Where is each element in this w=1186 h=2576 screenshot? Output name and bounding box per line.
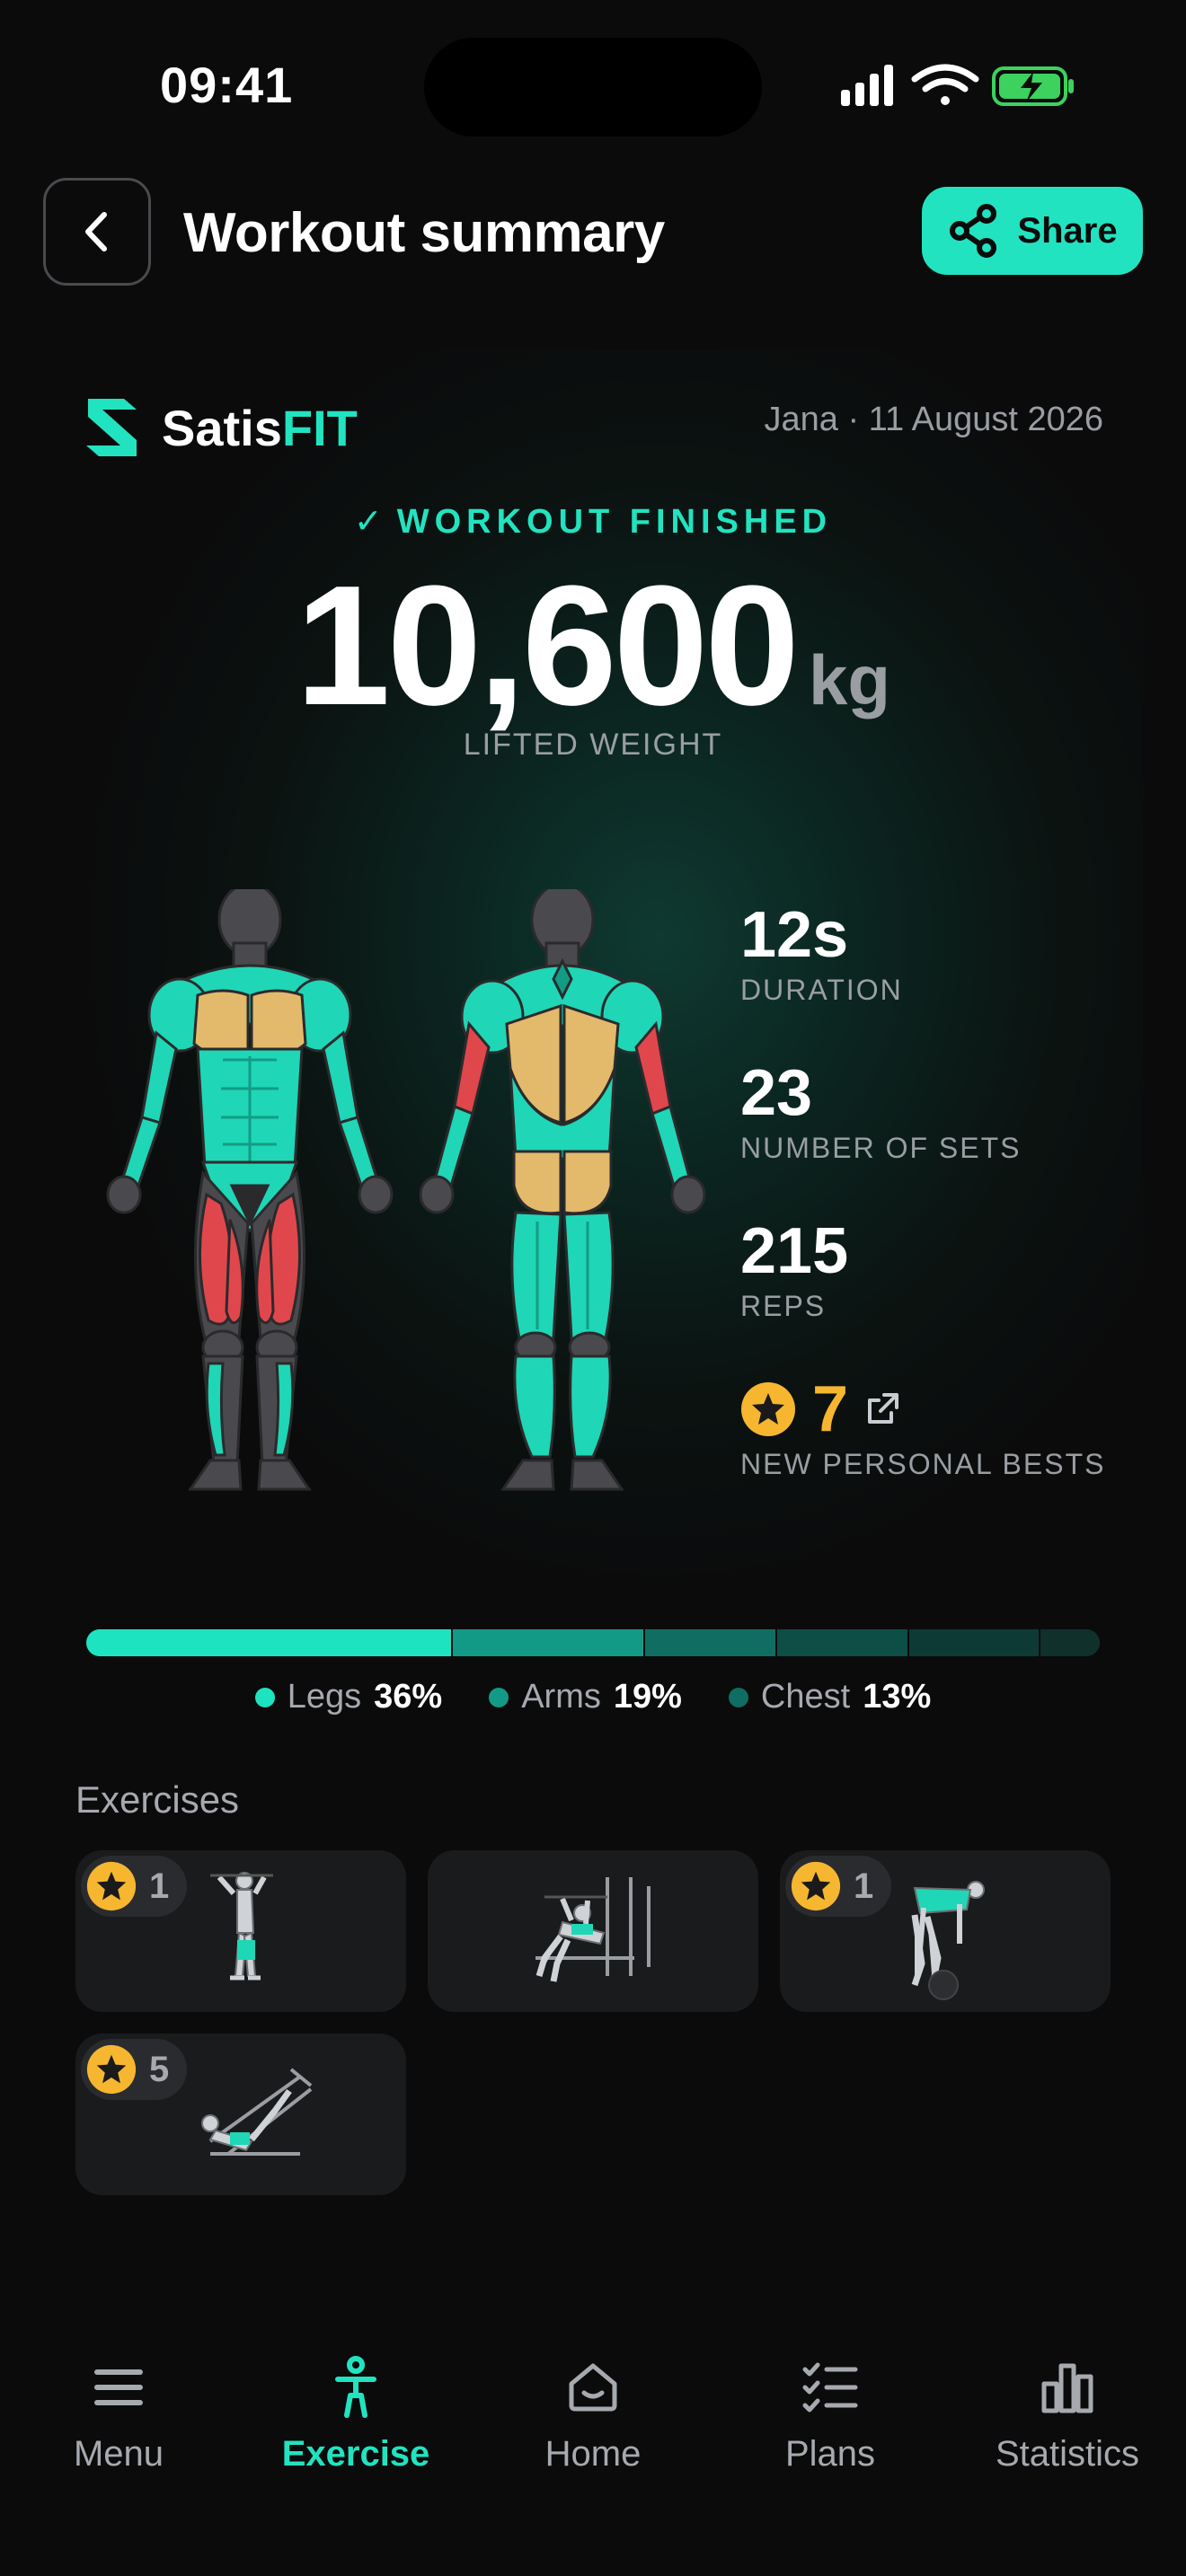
legend-item: Arms 19% — [489, 1678, 682, 1716]
muscle-distribution-legend: Legs 36% Arms 19% Chest 13% — [0, 1678, 1186, 1716]
exercise-pb-badge: 1 — [81, 1856, 188, 1917]
legend-percent: 36% — [374, 1678, 443, 1716]
exercise-card-3[interactable]: 1 — [780, 1850, 1111, 2012]
statistics-icon — [1041, 2363, 1093, 2413]
reps-label: REPS — [740, 1290, 827, 1322]
brand-logo: SatisFIT — [83, 393, 358, 462]
star-badge-icon — [86, 1861, 137, 1911]
legend-label: Chest — [760, 1678, 851, 1716]
personal-bests-label: NEW PERSONAL BESTS — [740, 1448, 1106, 1480]
brand-name: SatisFIT — [162, 399, 358, 456]
plans-icon — [802, 2362, 858, 2413]
bottom-tab-bar: Menu Exercise Home Plans Statistics — [0, 2326, 1186, 2506]
exercise-pb-badge: 1 — [785, 1856, 892, 1917]
page-title: Workout summary — [183, 202, 665, 264]
muscle-distribution-bar — [86, 1629, 1100, 1656]
personal-bests-value: 7 — [812, 1373, 849, 1445]
workout-summary-screen: 09:41 Workout summary Share SatisFIT Jan… — [0, 0, 1186, 2576]
duration-label: DURATION — [740, 974, 903, 1006]
workout-finished-label: ✓ WORKOUT FINISHED — [353, 503, 833, 541]
lifted-weight-label: LIFTED WEIGHT — [463, 728, 723, 762]
stat-personal-bests[interactable]: 7 NEW PERSONAL BESTS — [740, 1372, 1105, 1481]
body-front-figure — [106, 889, 394, 1491]
legend-label: Arms — [521, 1678, 601, 1716]
exercise-card-4[interactable]: 5 — [75, 2033, 406, 2195]
share-button[interactable]: Share — [922, 187, 1143, 275]
battery-icon — [992, 66, 1074, 106]
user-date: Jana · 11 August 2026 — [764, 401, 1103, 438]
exercise-card-2[interactable] — [428, 1850, 758, 2012]
lifted-weight-unit: kg — [809, 640, 891, 719]
back-button[interactable] — [43, 178, 151, 286]
legend-item: Chest 13% — [728, 1678, 932, 1716]
status-icons — [841, 64, 1074, 106]
exercises-title: Exercises — [75, 1778, 240, 1821]
dynamic-island — [424, 38, 762, 137]
check-icon: ✓ — [353, 503, 383, 541]
legend-dot — [728, 1687, 748, 1707]
sets-value: 23 — [740, 1057, 813, 1129]
share-label: Share — [1017, 210, 1118, 251]
legend-dot — [254, 1687, 275, 1707]
legend-dot — [489, 1687, 509, 1707]
distribution-segment — [907, 1629, 1040, 1656]
tab-statistics[interactable]: Statistics — [949, 2353, 1186, 2475]
chevron-left-icon — [85, 212, 107, 251]
star-badge-icon — [86, 2044, 137, 2095]
star-badge-icon — [791, 1861, 841, 1911]
sets-label: NUMBER OF SETS — [740, 1132, 1022, 1164]
duration-value: 12s — [740, 899, 849, 971]
tab-plans[interactable]: Plans — [712, 2353, 949, 2475]
external-link-icon[interactable] — [864, 1391, 900, 1427]
signal-icon — [841, 65, 893, 106]
legend-item: Legs 36% — [254, 1678, 443, 1716]
distribution-segment — [1039, 1629, 1100, 1656]
star-badge-icon — [741, 1382, 795, 1436]
tab-home[interactable]: Home — [474, 2353, 712, 2475]
tab-menu[interactable]: Menu — [0, 2353, 237, 2475]
home-icon — [569, 2363, 617, 2412]
lifted-weight-value: 10,600 — [295, 551, 800, 741]
reps-value: 215 — [740, 1215, 849, 1287]
tab-exercise[interactable]: Exercise — [237, 2353, 474, 2475]
satisfit-logo-icon — [86, 399, 137, 456]
share-icon — [950, 204, 997, 258]
stat-sets: 23 NUMBER OF SETS — [740, 1056, 1021, 1165]
legend-label: Legs — [287, 1678, 362, 1716]
distribution-segment — [643, 1629, 776, 1656]
distribution-segment — [451, 1629, 644, 1656]
stat-reps: 215 REPS — [740, 1214, 848, 1323]
stat-duration: 12s DURATION — [740, 898, 903, 1007]
legend-percent: 19% — [613, 1678, 682, 1716]
exercise-pb-badge: 5 — [81, 2039, 188, 2100]
bench-press-figure — [535, 1877, 651, 1982]
wifi-icon — [911, 64, 979, 105]
distribution-segment — [775, 1629, 907, 1656]
menu-icon — [94, 2369, 143, 2405]
distribution-segment — [86, 1629, 452, 1656]
lifted-weight: 10,600 kg — [43, 548, 1143, 744]
summary-card: SatisFIT Jana · 11 August 2026 ✓ WORKOUT … — [43, 350, 1143, 1626]
body-back-figure — [419, 889, 706, 1491]
status-time: 09:41 — [160, 57, 294, 113]
legend-percent: 13% — [863, 1678, 932, 1716]
exercise-card-1[interactable]: 1 — [75, 1850, 406, 2012]
exercise-icon — [335, 2356, 376, 2418]
